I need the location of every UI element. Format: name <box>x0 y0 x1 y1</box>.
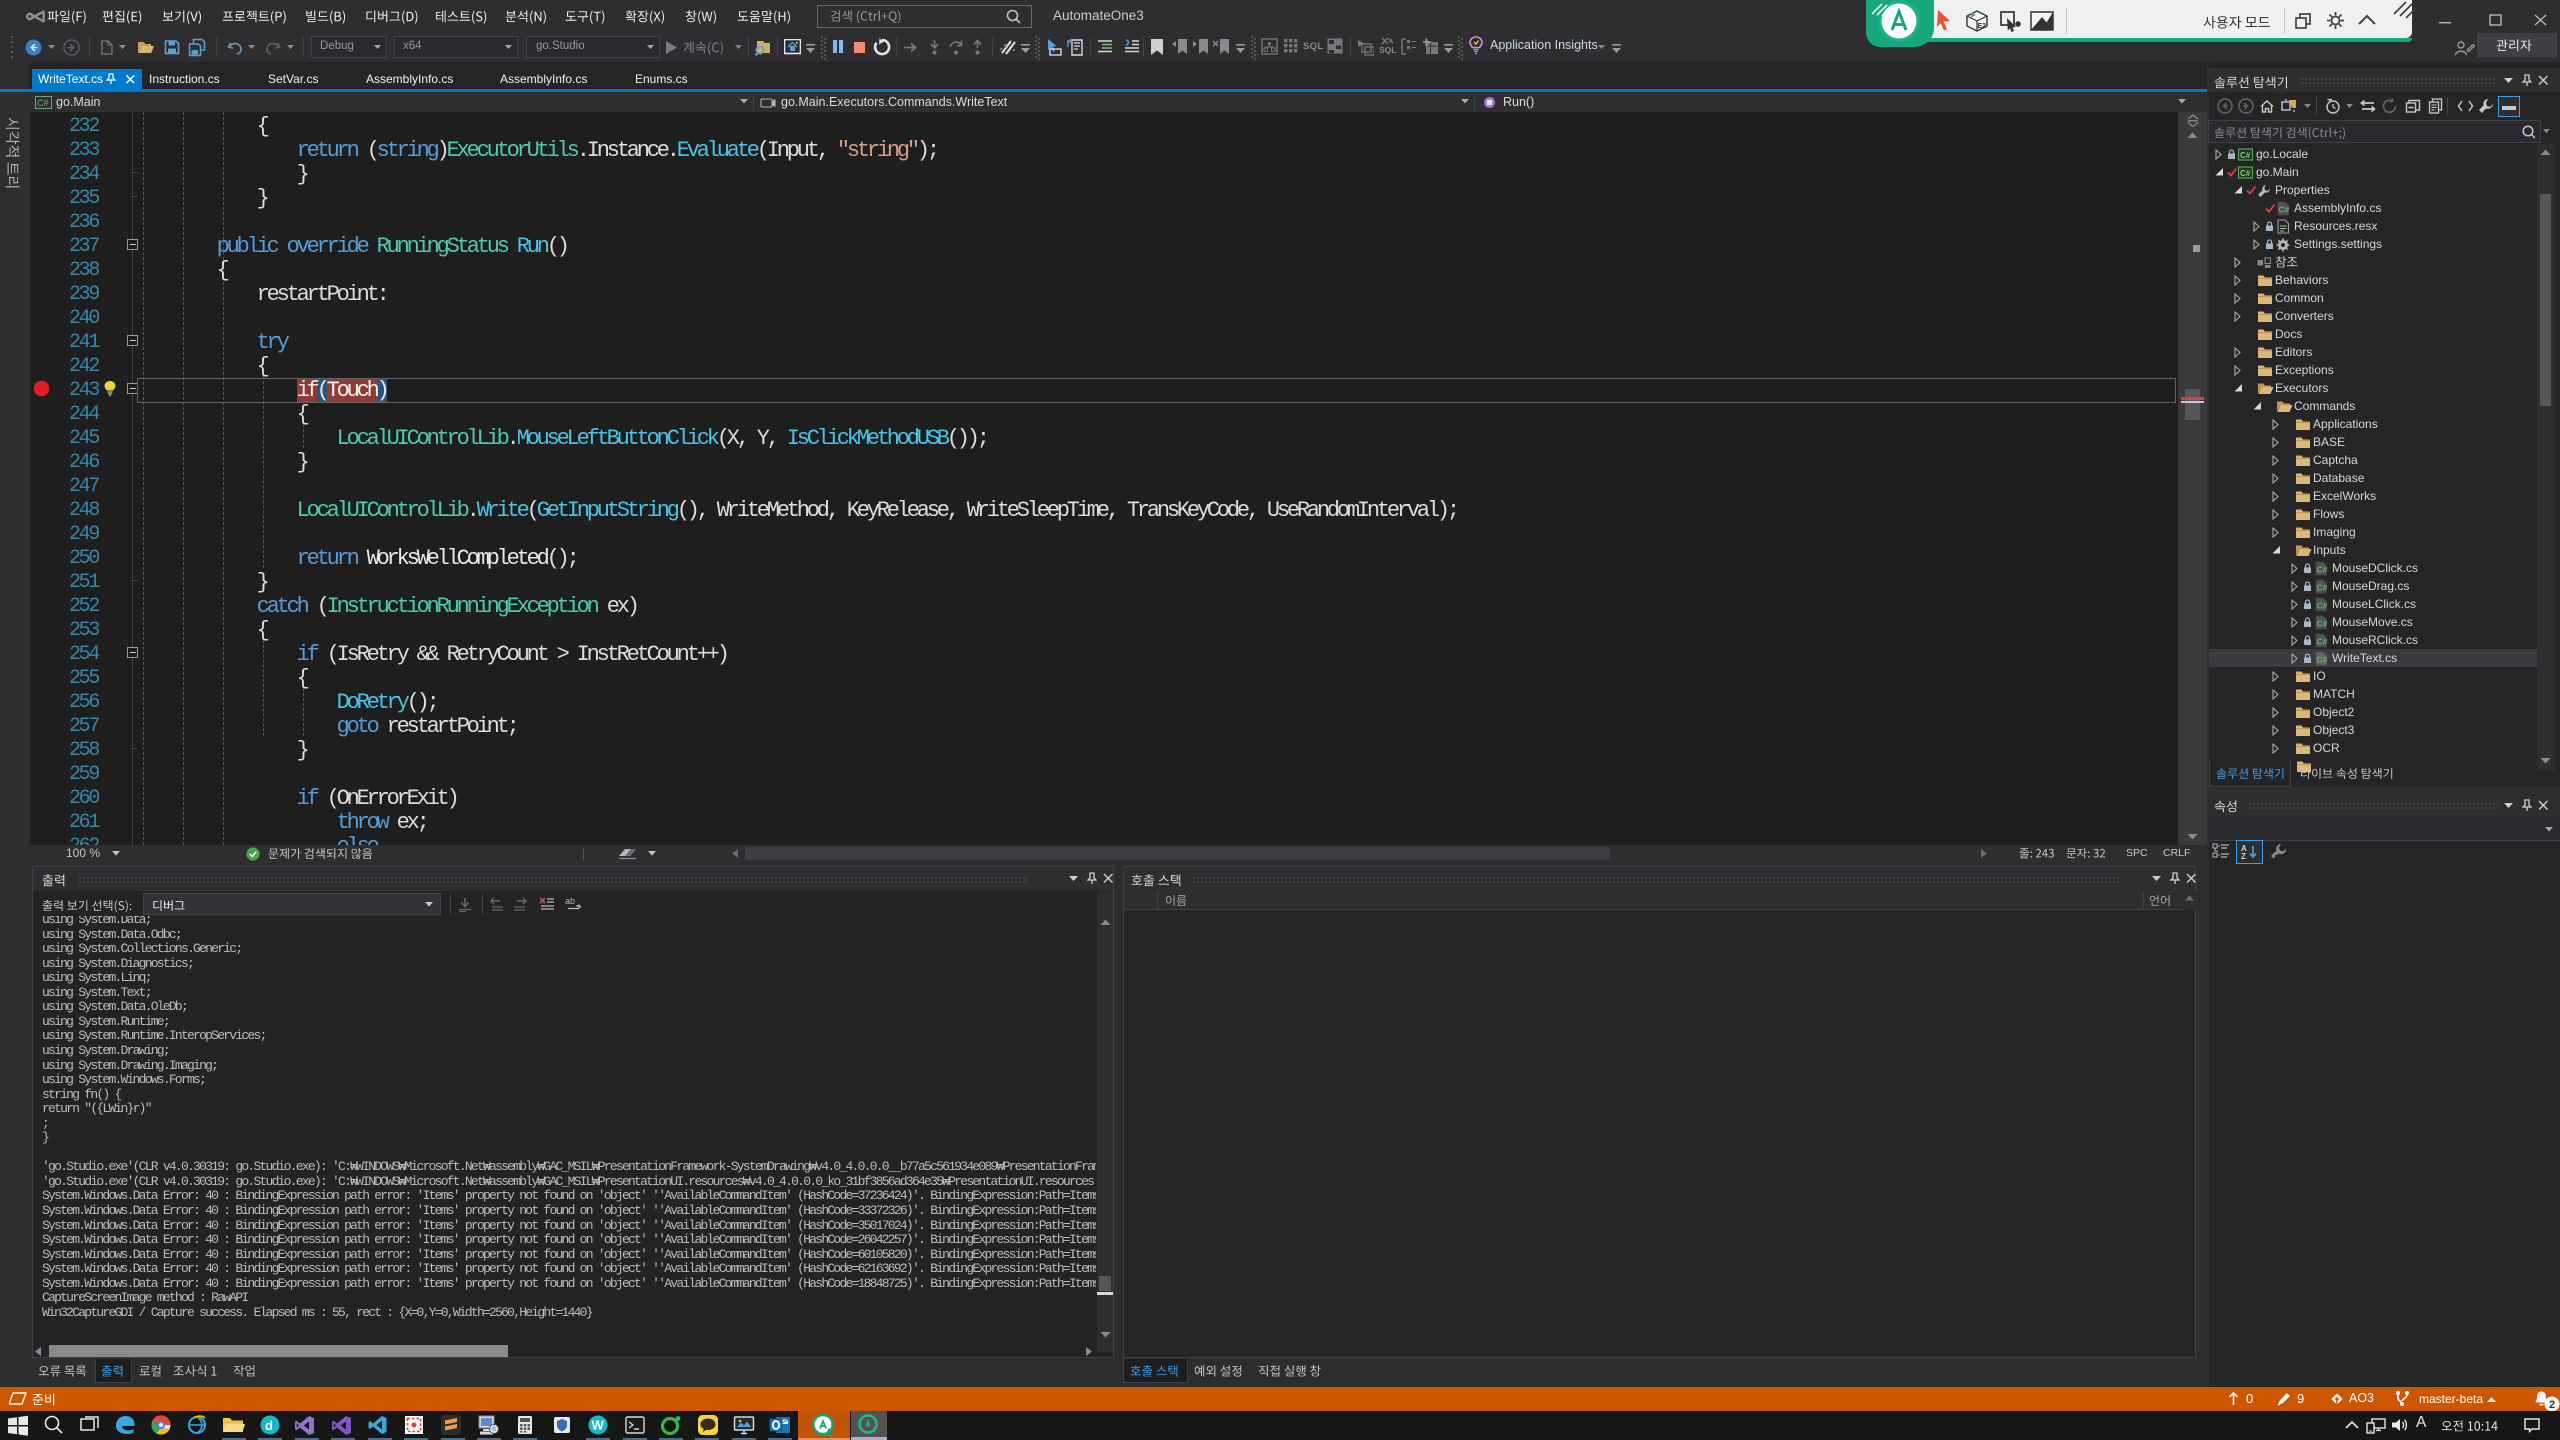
svg-text:2: 2 <box>2549 1399 2555 1411</box>
svg-text:E2: E2 <box>1978 23 1987 30</box>
svg-text:C#: C# <box>2279 204 2290 214</box>
svg-text:C#: C# <box>37 98 49 108</box>
svg-text:C#: C# <box>2317 618 2328 628</box>
svg-text:C#: C# <box>2240 151 2251 160</box>
svg-text:C#: C# <box>2317 654 2328 664</box>
svg-text:Z: Z <box>2241 852 2246 861</box>
svg-text:C#: C# <box>2317 564 2328 574</box>
svg-text:C#: C# <box>2240 169 2251 178</box>
svg-text:C#: C# <box>2317 600 2328 610</box>
svg-text:C#: C# <box>2317 636 2328 646</box>
svg-text:ab: ab <box>565 896 575 906</box>
svg-text:C#: C# <box>2317 582 2328 592</box>
svg-text:d: d <box>265 1418 273 1433</box>
svg-text:W: W <box>592 1418 605 1433</box>
